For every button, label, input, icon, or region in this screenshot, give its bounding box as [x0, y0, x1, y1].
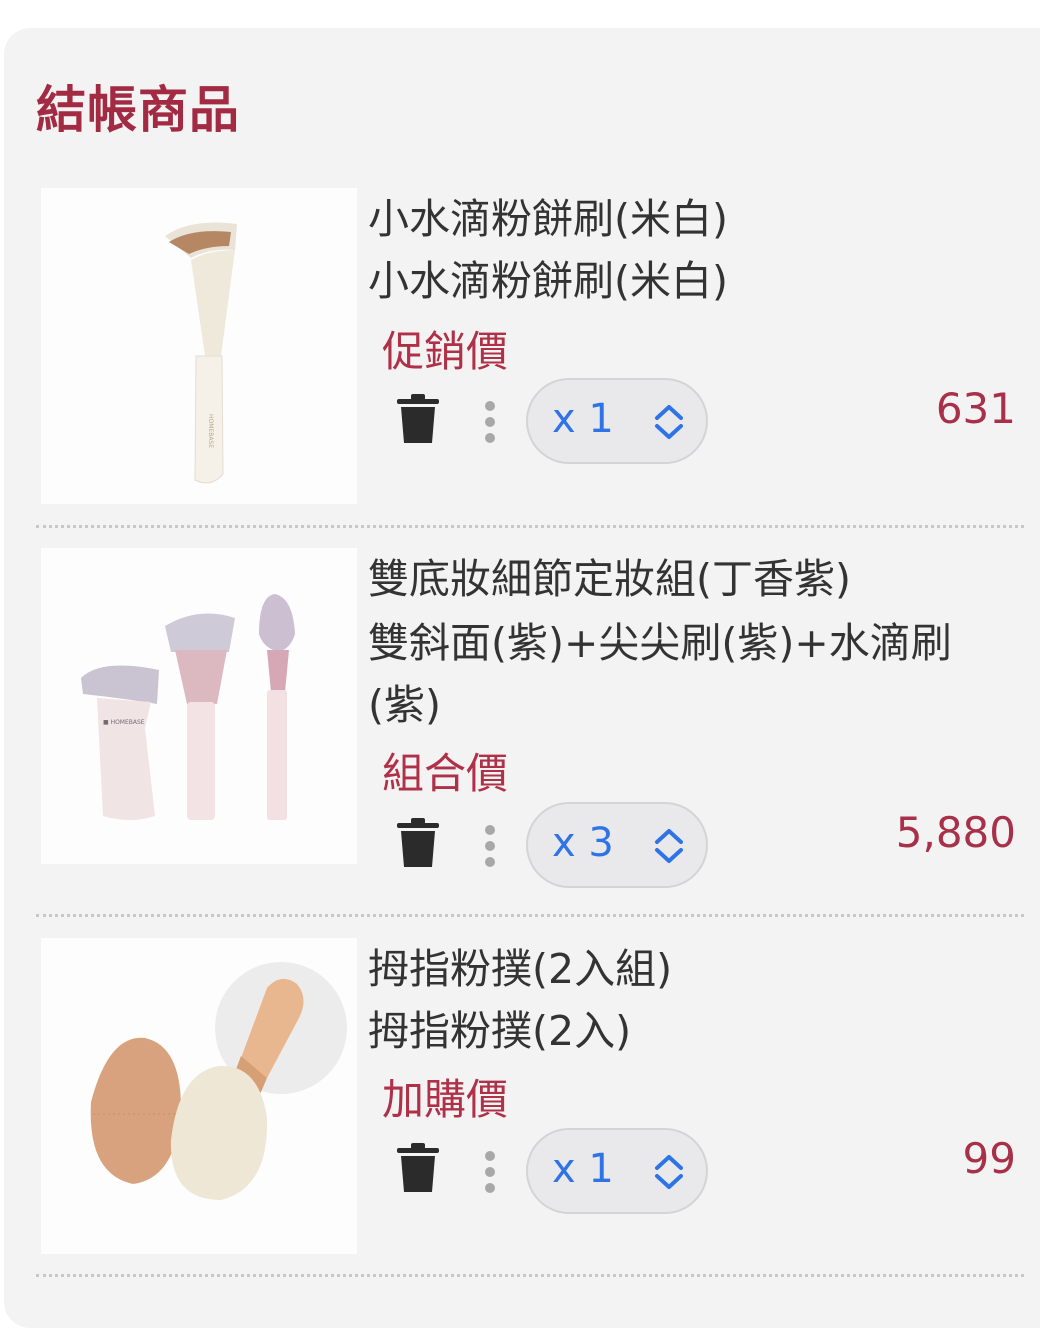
trash-icon[interactable] — [395, 817, 441, 869]
quantity-stepper[interactable]: x 3 — [526, 802, 708, 888]
quantity-value: x 1 — [552, 1146, 614, 1192]
quantity-stepper[interactable]: x 1 — [526, 1128, 708, 1214]
svg-text:■ HOMEBASE: ■ HOMEBASE — [103, 719, 145, 726]
price-tag: 加購價 — [382, 1075, 509, 1124]
product-name: 雙底妝細節定妝組(丁香紫) — [368, 555, 851, 603]
quantity-stepper[interactable]: x 1 — [526, 378, 708, 464]
product-name: 小水滴粉餅刷(米白) — [368, 195, 728, 243]
brush-set-lilac-image: ■ HOMEBASE — [81, 594, 295, 820]
product-variant: 雙斜面(紫)+尖尖刷(紫)+水滴刷(紫) — [368, 619, 952, 729]
product-image[interactable]: HOMEBASE — [41, 188, 357, 504]
divider — [36, 914, 1024, 917]
price-tag: 組合價 — [382, 749, 509, 798]
thumb-puff-image — [90, 962, 347, 1200]
section-title: 結帳商品 — [36, 81, 240, 139]
product-image[interactable] — [41, 938, 357, 1254]
chevron-up-down-icon — [655, 405, 683, 439]
more-vertical-icon[interactable] — [483, 1150, 497, 1194]
product-variant: 拇指粉撲(2入) — [368, 1007, 632, 1055]
trash-icon[interactable] — [395, 393, 441, 445]
quantity-value: x 3 — [552, 820, 614, 866]
price-tag: 促銷價 — [382, 327, 509, 376]
trash-icon[interactable] — [395, 1142, 441, 1194]
divider — [36, 525, 1024, 528]
product-name: 拇指粉撲(2入組) — [368, 945, 673, 993]
divider — [36, 1274, 1024, 1277]
svg-text:HOMEBASE: HOMEBASE — [207, 414, 214, 448]
chevron-up-down-icon — [655, 1155, 683, 1189]
quantity-value: x 1 — [552, 396, 614, 442]
more-vertical-icon[interactable] — [483, 400, 497, 444]
chevron-up-down-icon — [655, 829, 683, 863]
item-price: 99 — [962, 1134, 1016, 1183]
item-price: 631 — [935, 384, 1016, 433]
item-price: 5,880 — [895, 808, 1016, 857]
product-variant: 小水滴粉餅刷(米白) — [368, 257, 728, 305]
product-image[interactable]: ■ HOMEBASE — [41, 548, 357, 864]
more-vertical-icon[interactable] — [483, 824, 497, 868]
makeup-brush-cream-image: HOMEBASE — [165, 222, 237, 484]
